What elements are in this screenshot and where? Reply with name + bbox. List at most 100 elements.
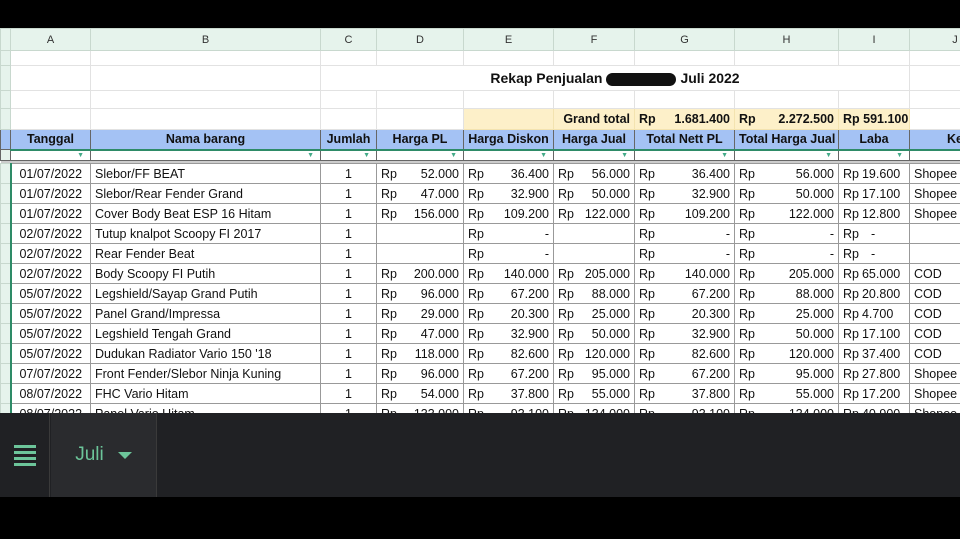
row-header[interactable] [0,50,11,66]
column-title[interactable]: Tanggal [10,129,91,150]
row-header[interactable] [0,183,12,204]
date-cell[interactable]: 01/07/2022 [10,163,91,184]
filter-cell[interactable]: ▼ [376,148,464,161]
date-cell[interactable]: 05/07/2022 [10,323,91,344]
column-header-G[interactable]: G [634,28,735,51]
price-cell[interactable]: Rp 67.200 [634,363,735,384]
price-cell[interactable] [376,243,464,264]
price-cell[interactable]: Rp 56.000 [734,163,839,184]
grand-total-laba[interactable]: Rp 591.100 [838,108,910,130]
quantity-cell[interactable]: 1 [320,183,377,204]
item-name-cell[interactable]: Cover Body Beat ESP 16 Hitam [90,203,321,224]
row-header[interactable] [0,343,12,364]
filter-icon[interactable]: ▼ [825,152,832,159]
quantity-cell[interactable]: 1 [320,223,377,244]
price-cell[interactable]: Rp 122.000 [734,203,839,224]
date-cell[interactable]: 01/07/2022 [10,183,91,204]
laba-cell[interactable]: Rp 17.200 [838,383,910,404]
price-cell[interactable]: Rp 25.000 [553,303,635,324]
row-header[interactable] [0,383,12,404]
price-cell[interactable]: Rp 88.000 [734,283,839,304]
filter-cell[interactable]: ▼ [734,148,839,161]
price-cell[interactable]: Rp134.000 [553,403,635,413]
grand-total-nett-pl[interactable]: Rp 1.681.400 [634,108,735,130]
price-cell[interactable]: Rp 96.000 [376,283,464,304]
laba-cell[interactable]: Rp 12.800 [838,203,910,224]
quantity-cell[interactable]: 1 [320,403,377,413]
channel-cell[interactable]: Shopee [909,183,960,204]
row-header[interactable] [0,163,12,184]
price-cell[interactable]: Rp 140.000 [634,263,735,284]
row-header[interactable] [0,303,12,324]
quantity-cell[interactable]: 1 [320,383,377,404]
filter-cell[interactable]: ▼ [634,148,735,161]
date-cell[interactable]: 02/07/2022 [10,243,91,264]
price-cell[interactable]: Rp 122.000 [553,203,635,224]
column-title[interactable]: Ke [909,129,960,150]
price-cell[interactable]: Rp 55.000 [734,383,839,404]
price-cell[interactable]: Rp 52.000 [376,163,464,184]
column-header-C[interactable]: C [320,28,377,51]
item-name-cell[interactable]: Legshield Tengah Grand [90,323,321,344]
row-header[interactable] [0,28,11,51]
item-name-cell[interactable]: Front Fender/Slebor Ninja Kuning [90,363,321,384]
column-header-B[interactable]: B [90,28,321,51]
laba-cell[interactable]: Rp 20.800 [838,283,910,304]
filter-cell[interactable]: ▼ [838,148,910,161]
column-title[interactable]: Harga Diskon [463,129,554,150]
quantity-cell[interactable]: 1 [320,243,377,264]
column-title[interactable]: Harga Jual [553,129,635,150]
row-header[interactable] [0,149,11,161]
filter-icon[interactable]: ▼ [363,152,370,159]
price-cell[interactable]: Rp 37.800 [463,383,554,404]
quantity-cell[interactable]: 1 [320,263,377,284]
laba-cell[interactable]: Rp 17.100 [838,183,910,204]
column-title[interactable]: Nama barang [90,129,321,150]
price-cell[interactable]: Rp 50.000 [734,183,839,204]
all-sheets-icon[interactable] [0,413,50,497]
price-cell[interactable]: Rp 88.000 [553,283,635,304]
date-cell[interactable]: 01/07/2022 [10,203,91,224]
filter-cell[interactable]: ▼ [320,148,377,161]
column-header-J[interactable]: J [909,28,960,51]
laba-cell[interactable]: Rp 19.600 [838,163,910,184]
laba-cell[interactable]: Rp 27.800 [838,363,910,384]
filter-icon[interactable]: ▼ [307,152,314,159]
price-cell[interactable]: Rp 25.000 [734,303,839,324]
item-name-cell[interactable]: Legshield/Sayap Grand Putih [90,283,321,304]
date-cell[interactable]: 05/07/2022 [10,303,91,324]
price-cell[interactable]: Rp93.100 [634,403,735,413]
price-cell[interactable]: Rp 82.600 [463,343,554,364]
price-cell[interactable]: Rp - [463,243,554,264]
item-name-cell[interactable]: Slebor/Rear Fender Grand [90,183,321,204]
column-header-H[interactable]: H [734,28,839,51]
price-cell[interactable]: Rp 32.900 [634,323,735,344]
price-cell[interactable] [553,243,635,264]
price-cell[interactable]: Rp 67.200 [634,283,735,304]
price-cell[interactable]: Rp 120.000 [553,343,635,364]
row-header[interactable] [0,363,12,384]
row-header[interactable] [0,263,12,284]
item-name-cell[interactable]: FHC Vario Hitam [90,383,321,404]
filter-icon[interactable]: ▼ [896,152,903,159]
channel-cell[interactable]: COD [909,263,960,284]
price-cell[interactable]: Rp 29.000 [376,303,464,324]
row-header[interactable] [0,243,12,264]
price-cell[interactable]: Rp 200.000 [376,263,464,284]
date-cell[interactable]: 05/07/2022 [10,343,91,364]
date-cell[interactable]: 08/07/2022 [10,383,91,404]
price-cell[interactable]: Rp 120.000 [734,343,839,364]
price-cell[interactable] [376,223,464,244]
price-cell[interactable]: Rp 20.300 [634,303,735,324]
price-cell[interactable]: Rp 156.000 [376,203,464,224]
channel-cell[interactable]: Shopee [909,163,960,184]
price-cell[interactable]: Rp 36.400 [463,163,554,184]
quantity-cell[interactable]: 1 [320,203,377,224]
column-header-E[interactable]: E [463,28,554,51]
item-name-cell[interactable]: Rear Fender Beat [90,243,321,264]
price-cell[interactable]: Rp 50.000 [734,323,839,344]
filter-icon[interactable]: ▼ [77,152,84,159]
price-cell[interactable]: Rp 36.400 [634,163,735,184]
laba-cell[interactable]: Rp - [838,243,910,264]
column-title[interactable]: Jumlah [320,129,377,150]
